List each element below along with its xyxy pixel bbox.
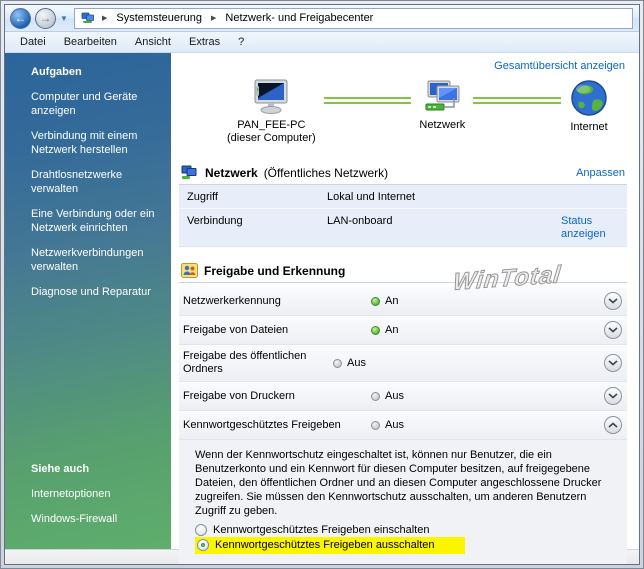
network-section-subtitle: (Öffentliches Netzwerk)	[263, 165, 389, 180]
sidebar-item-internetoptionen[interactable]: Internetoptionen	[31, 487, 161, 501]
network-map: PAN_FEE-PC (dieser Computer) Netzwerk In…	[179, 72, 627, 155]
row-network-discovery: Netzwerkerkennung An	[179, 287, 627, 316]
status-on-dot	[371, 325, 380, 335]
row-label: Verbindung	[187, 215, 243, 227]
row-password-protected-sharing: Kennwortgeschütztes Freigeben Aus	[179, 411, 627, 440]
row-value: LAN-onboard	[327, 215, 393, 227]
menu-bar: Datei Bearbeiten Ansicht Extras ?	[5, 32, 639, 53]
radio-button-checked[interactable]	[197, 539, 209, 551]
address-toolbar: ← → ▼ ▶ Systemsteuerung ▶ Netzwerk- und …	[5, 5, 639, 32]
highlighted-option[interactable]: Kennwortgeschütztes Freigeben ausschalte…	[195, 537, 465, 554]
network-section-icon	[181, 165, 199, 180]
sidebar-item-netzwerkverbindungen[interactable]: Netzwerkverbindungen verwalten	[31, 246, 161, 274]
customize-link[interactable]: Anpassen	[576, 167, 625, 179]
view-status-link[interactable]: Status anzeigen	[561, 215, 619, 241]
sidebar-item-verbindung-herstellen[interactable]: Verbindung mit einem Netzwerk herstellen	[31, 129, 161, 157]
map-node-label: Internet	[570, 121, 608, 133]
forward-button[interactable]: →	[35, 7, 56, 29]
radio-label[interactable]: Kennwortgeschütztes Freigeben einschalte…	[213, 524, 429, 536]
status-text: An	[385, 324, 399, 336]
row-label: Kennwortgeschütztes Freigeben	[183, 418, 341, 431]
sidebar-tasks-header: Aufgaben	[31, 66, 82, 78]
connection-row: Verbindung LAN-onboard Status anzeigen	[179, 208, 627, 246]
sidebar-item-windows-firewall[interactable]: Windows-Firewall	[31, 512, 161, 526]
map-connector-line	[323, 97, 412, 104]
breadcrumb-arrow-icon: ▶	[211, 15, 217, 22]
row-label: Freigabe von Druckern	[183, 389, 295, 402]
status-on-dot	[371, 296, 380, 306]
row-label: Zugriff	[187, 191, 218, 203]
password-sharing-description: Wenn der Kennwortschutz eingeschaltet is…	[195, 449, 602, 517]
map-node-this-computer[interactable]: PAN_FEE-PC (dieser Computer)	[227, 78, 316, 145]
radio-row-ausschalten[interactable]: Kennwortgeschütztes Freigeben ausschalte…	[195, 537, 613, 554]
sidebar-item-drahtlosnetzwerke[interactable]: Drahtlosnetzwerke verwalten	[31, 168, 161, 196]
chevron-up-button[interactable]	[604, 416, 622, 434]
chevron-down-button[interactable]	[604, 354, 622, 372]
breadcrumb-netzwerkcenter[interactable]: Netzwerk- und Freigabecenter	[223, 11, 375, 25]
sharing-section: Freigabe und Erkennung WinTotal Netzwerk…	[179, 261, 627, 565]
network-icon	[420, 78, 464, 116]
map-node-network[interactable]: Netzwerk	[419, 78, 465, 132]
network-sharing-center-window: ← → ▼ ▶ Systemsteuerung ▶ Netzwerk- und …	[0, 0, 644, 569]
sidebar-item-computer-geraete[interactable]: Computer und Geräte anzeigen	[31, 90, 161, 118]
chevron-down-button[interactable]	[604, 321, 622, 339]
status-off-dot	[333, 358, 342, 368]
computer-icon	[249, 78, 293, 116]
apply-button[interactable]: Übernehmen	[504, 564, 607, 565]
sidebar-item-diagnose[interactable]: Diagnose und Reparatur	[31, 285, 161, 299]
status-text: Aus	[385, 390, 404, 402]
radio-label[interactable]: Kennwortgeschütztes Freigeben ausschalte…	[215, 539, 435, 551]
window-inner: ← → ▼ ▶ Systemsteuerung ▶ Netzwerk- und …	[4, 4, 640, 565]
map-node-label: Netzwerk	[419, 119, 466, 131]
window-body: Aufgaben Computer und Geräte anzeigen Ve…	[5, 53, 639, 564]
status-off-dot	[371, 420, 380, 430]
globe-icon	[569, 78, 609, 118]
row-printer-sharing: Freigabe von Druckern Aus	[179, 382, 627, 411]
menu-ansicht[interactable]: Ansicht	[126, 34, 180, 50]
menu-extras[interactable]: Extras	[180, 34, 229, 50]
row-label: Freigabe von Dateien	[183, 323, 289, 336]
row-label: Freigabe des öffentlichen Ordners	[183, 350, 307, 375]
menu-hilfe[interactable]: ?	[229, 34, 253, 50]
chevron-down-button[interactable]	[604, 292, 622, 310]
row-value: Lokal und Internet	[327, 191, 416, 203]
map-node-sublabel: (dieser Computer)	[227, 132, 316, 144]
full-map-link[interactable]: Gesamtübersicht anzeigen	[494, 60, 625, 72]
status-text: Aus	[347, 357, 366, 369]
chevron-down-button[interactable]	[604, 387, 622, 405]
map-node-label: PAN_FEE-PC	[237, 119, 306, 131]
row-label: Netzwerkerkennung	[183, 294, 281, 307]
network-section: Netzwerk (Öffentliches Netzwerk) Anpasse…	[179, 163, 627, 247]
radio-row-einschalten[interactable]: Kennwortgeschütztes Freigeben einschalte…	[195, 523, 613, 537]
menu-datei[interactable]: Datei	[11, 34, 55, 50]
network-section-title: Netzwerk	[205, 165, 258, 180]
sidebar-item-verbindung-einrichten[interactable]: Eine Verbindung oder ein Netzwerk einric…	[31, 207, 161, 235]
radio-button-unchecked[interactable]	[195, 524, 207, 536]
sidebar-see-also-header: Siehe auch	[31, 463, 90, 475]
status-text: An	[385, 295, 399, 307]
breadcrumb-arrow-icon: ▶	[102, 15, 108, 22]
network-info-rows: Zugriff Lokal und Internet Verbindung LA…	[179, 185, 627, 247]
status-text: Aus	[385, 419, 404, 431]
tasks-sidebar: Aufgaben Computer und Geräte anzeigen Ve…	[5, 53, 171, 549]
status-off-dot	[371, 391, 380, 401]
main-content: Gesamtübersicht anzeigen PAN_FEE-PC (die…	[171, 53, 639, 564]
map-connector-line	[473, 97, 562, 104]
recent-pages-dropdown-icon[interactable]: ▼	[60, 14, 70, 23]
address-location-icon	[81, 12, 95, 24]
access-row: Zugriff Lokal und Internet	[179, 185, 627, 208]
breadcrumb-systemsteuerung[interactable]: Systemsteuerung	[114, 11, 204, 25]
map-node-internet[interactable]: Internet	[569, 78, 609, 134]
sharing-section-title: Freigabe und Erkennung	[204, 263, 346, 278]
password-sharing-panel: Wenn der Kennwortschutz eingeschaltet is…	[179, 440, 627, 565]
row-file-sharing: Freigabe von Dateien An	[179, 316, 627, 345]
sharing-rows: Netzwerkerkennung An Freigabe von Dateie…	[179, 287, 627, 565]
row-public-folder-sharing: Freigabe des öffentlichen Ordners Aus	[179, 345, 627, 382]
address-bar[interactable]: ▶ Systemsteuerung ▶ Netzwerk- und Freiga…	[74, 7, 633, 29]
back-button[interactable]: ←	[10, 7, 31, 29]
menu-bearbeiten[interactable]: Bearbeiten	[55, 34, 126, 50]
sharing-section-icon	[181, 263, 198, 278]
